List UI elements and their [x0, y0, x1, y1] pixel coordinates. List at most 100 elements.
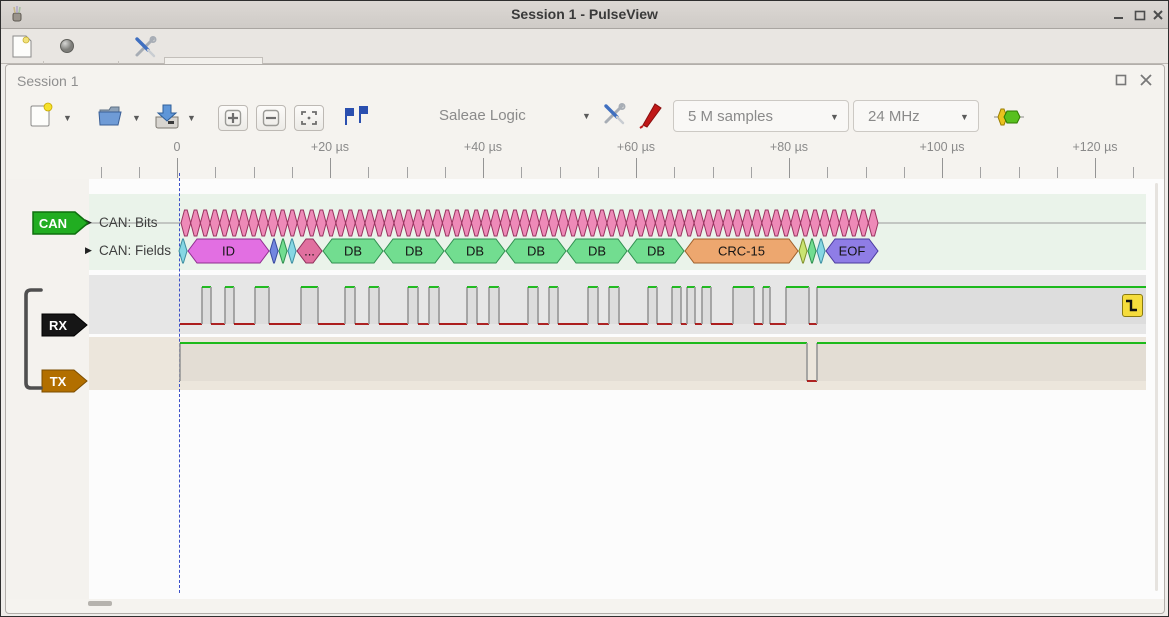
can-bit	[820, 210, 830, 236]
rx-signal-pulse	[733, 287, 754, 324]
can-bit	[346, 210, 356, 236]
can-bit	[239, 210, 249, 236]
window-title: Session 1 - PulseView	[1, 6, 1168, 22]
rx-trace-tag[interactable]: RX	[41, 313, 89, 337]
can-field-label: EOF	[839, 244, 866, 259]
device-dropdown-icon: ▼	[582, 111, 591, 121]
can-field-label: DB	[344, 244, 362, 259]
can-bit	[549, 210, 559, 236]
minimize-icon[interactable]	[1113, 9, 1125, 21]
can-trace-tag[interactable]: CAN	[32, 211, 90, 235]
new-dropdown-icon[interactable]: ▼	[63, 113, 72, 123]
can-bit	[694, 210, 704, 236]
new-session-icon[interactable]	[11, 35, 33, 59]
rx-signal-pulse	[672, 287, 681, 324]
add-decoder-icon[interactable]	[994, 108, 1024, 126]
can-bit	[675, 210, 685, 236]
close-icon[interactable]	[1152, 9, 1164, 21]
rx-tag-label: RX	[49, 318, 67, 333]
can-field-label: ...	[304, 244, 315, 259]
subwindow-close-icon[interactable]	[1139, 73, 1153, 87]
can-bit	[559, 210, 569, 236]
can-bit	[762, 210, 772, 236]
new-file-icon[interactable]	[28, 102, 54, 128]
trigger-flags-icon[interactable]	[341, 105, 371, 131]
zoom-fit-button[interactable]	[294, 105, 324, 131]
settings-tools-icon[interactable]	[134, 36, 158, 58]
titlebar: Session 1 - PulseView	[1, 1, 1168, 29]
can-bit	[849, 210, 859, 236]
rx-signal-pulse	[786, 287, 809, 324]
session-title: Session 1	[17, 73, 78, 89]
can-bit	[375, 210, 385, 236]
rx-signal-pulse	[408, 287, 418, 324]
sample-count-dropdown-icon: ▼	[830, 112, 839, 122]
can-bit	[607, 210, 617, 236]
can-bit	[491, 210, 501, 236]
zoom-out-button[interactable]	[256, 105, 286, 131]
can-bit	[220, 210, 230, 236]
can-bit	[733, 210, 743, 236]
can-bit	[326, 210, 336, 236]
save-dropdown-icon[interactable]: ▼	[187, 113, 196, 123]
sample-rate-combo[interactable]: 24 MHz ▼	[853, 100, 979, 132]
can-field-annotation	[279, 239, 287, 263]
rx-signal-pulse	[301, 287, 318, 324]
can-field-annotation	[270, 239, 278, 263]
can-bit	[471, 210, 481, 236]
can-bit	[646, 210, 656, 236]
zoom-in-button[interactable]	[218, 105, 248, 131]
can-bit	[665, 210, 675, 236]
can-bit	[781, 210, 791, 236]
sample-count-combo[interactable]: 5 M samples ▼	[673, 100, 849, 132]
device-label: Saleae Logic	[439, 107, 526, 124]
can-bit	[384, 210, 394, 236]
run-icon[interactable]	[59, 38, 75, 54]
can-bit	[636, 210, 646, 236]
tx-trace-tag[interactable]: TX	[41, 369, 89, 393]
can-bit	[830, 210, 840, 236]
tx-signal-pulse	[180, 343, 807, 381]
can-bit	[394, 210, 404, 236]
can-field-label: DB	[405, 244, 423, 259]
can-field-label: DB	[527, 244, 545, 259]
can-bit	[423, 210, 433, 236]
device-select[interactable]: Saleae Logic ▼	[431, 101, 596, 131]
rx-signal-pulse	[687, 287, 695, 324]
can-bit	[336, 210, 346, 236]
signal-plot: ID...DBDBDBDBDBDBCRC-15EOF	[6, 179, 1169, 599]
can-bit	[229, 210, 239, 236]
save-icon[interactable]	[153, 101, 181, 129]
can-bit	[452, 210, 462, 236]
main-toolbar: Run Session 1 ✕	[1, 29, 1168, 64]
can-bit	[210, 210, 220, 236]
can-bit	[404, 210, 414, 236]
can-bit	[500, 210, 510, 236]
rx-signal-pulse	[817, 287, 1146, 324]
maximize-icon[interactable]	[1134, 9, 1146, 21]
can-bit	[839, 210, 849, 236]
can-bit	[258, 210, 268, 236]
probe-icon[interactable]	[639, 101, 665, 129]
channels-config-icon[interactable]	[603, 103, 629, 127]
restore-icon[interactable]	[1115, 74, 1127, 86]
fields-expander-icon[interactable]: ▶	[85, 245, 92, 256]
can-bit	[462, 210, 472, 236]
can-bit	[268, 210, 278, 236]
trace-group-bracket[interactable]	[21, 287, 45, 391]
can-bit	[704, 210, 714, 236]
can-bit	[278, 210, 288, 236]
pulseview-window: Session 1 - PulseView Run	[0, 0, 1169, 617]
rx-signal-pulse	[202, 287, 211, 324]
horizontal-scrollbar-thumb[interactable]	[88, 601, 112, 606]
trigger-marker[interactable]	[1122, 294, 1143, 317]
can-field-annotation	[179, 239, 187, 263]
can-bit	[772, 210, 782, 236]
open-file-icon[interactable]	[97, 102, 125, 128]
can-bit	[859, 210, 869, 236]
can-bit	[539, 210, 549, 236]
open-dropdown-icon[interactable]: ▼	[132, 113, 141, 123]
rx-signal-pulse	[549, 287, 558, 324]
rx-signal-pulse	[528, 287, 538, 324]
can-bit	[655, 210, 665, 236]
